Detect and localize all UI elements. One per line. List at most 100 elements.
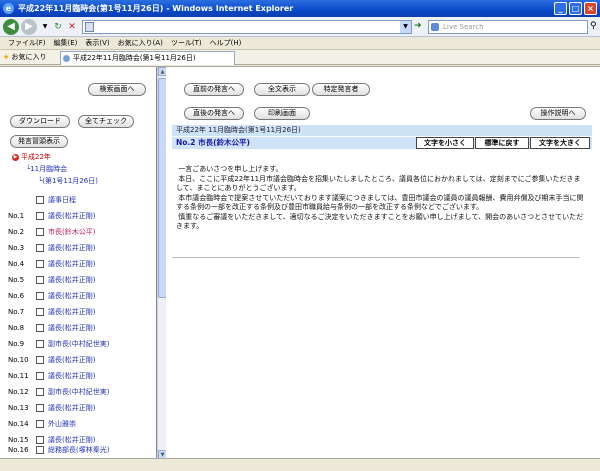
item-speaker-link[interactable]: 議長(松井正剛) (48, 291, 95, 301)
agenda-checkbox[interactable] (36, 196, 44, 204)
item-number: No.3 (8, 244, 25, 252)
browser-tab[interactable]: 平成22年11月臨時会(第1号11月26日) (60, 51, 235, 65)
item-speaker-link[interactable]: 議長(松井正剛) (48, 275, 95, 285)
list-item[interactable]: No.1 議長(松井正剛) (8, 209, 156, 225)
search-input[interactable]: Live Search (428, 20, 588, 34)
item-speaker-link[interactable]: 議長(松井正剛) (48, 403, 95, 413)
ie-logo-icon: e (3, 3, 14, 14)
item-speaker-link[interactable]: 議長(松井正剛) (48, 211, 95, 221)
font-normal-button[interactable]: 標準に戻す (475, 137, 529, 149)
speaker-header: No.2 市長(鈴木公平) 文字を小さく 標準に戻す 文字を大きく (172, 137, 592, 149)
item-speaker-link[interactable]: 議長(松井正剛) (48, 323, 95, 333)
speaker-opening-button[interactable]: 発言冒頭表示 (10, 135, 68, 148)
item-checkbox[interactable] (36, 228, 44, 236)
list-item[interactable]: No.9 副市長(中村紀世実) (8, 337, 156, 353)
item-checkbox[interactable] (36, 372, 44, 380)
item-speaker-link[interactable]: 議長(松井正剛) (48, 371, 95, 381)
item-number: No.1 (8, 212, 25, 220)
minimize-button[interactable]: _ (554, 2, 567, 15)
menu-tools[interactable]: ツール(T) (167, 37, 206, 49)
item-number: No.8 (8, 324, 25, 332)
list-item[interactable]: No.13 議長(松井正剛) (8, 401, 156, 417)
item-checkbox[interactable] (36, 244, 44, 252)
address-bar[interactable]: ▼ (82, 20, 412, 34)
list-item[interactable]: No.11 議長(松井正剛) (8, 369, 156, 385)
list-item[interactable]: No.3 議長(松井正剛) (8, 241, 156, 257)
item-checkbox[interactable] (36, 292, 44, 300)
item-checkbox[interactable] (36, 260, 44, 268)
list-item[interactable]: No.6 議長(松井正剛) (8, 289, 156, 305)
forward-button[interactable]: ▶ (21, 19, 37, 35)
item-number: No.9 (8, 340, 25, 348)
item-speaker-link[interactable]: 外山雅崇 (48, 419, 76, 429)
prev-speech-button[interactable]: 直前の発言へ (184, 83, 244, 96)
item-speaker-link[interactable]: 議長(松井正剛) (48, 355, 95, 365)
item-checkbox[interactable] (36, 212, 44, 220)
tree-year[interactable]: ▶ 平成22年 (12, 153, 51, 162)
item-checkbox[interactable] (36, 324, 44, 332)
refresh-icon[interactable]: ↻ (53, 22, 63, 32)
check-all-button[interactable]: 全てチェック (78, 115, 134, 128)
download-button[interactable]: ダウンロード (10, 115, 70, 128)
item-checkbox[interactable] (36, 276, 44, 284)
menu-bar: ファイル(F) 編集(E) 表示(V) お気に入り(A) ツール(T) ヘルプ(… (0, 37, 600, 50)
menu-help[interactable]: ヘルプ(H) (206, 37, 246, 49)
item-speaker-link[interactable]: 議長(松井正剛) (48, 307, 95, 317)
tab-page-icon (63, 55, 70, 62)
star-icon: ★ (3, 53, 10, 61)
session-header: 平成22年 11月臨時会(第1号11月26日) (172, 125, 592, 136)
item-speaker-link[interactable]: 総務部長(塚林秦光) (48, 445, 109, 455)
list-item[interactable]: No.4 議長(松井正剛) (8, 257, 156, 273)
item-speaker-link[interactable]: 議長(松井正剛) (48, 259, 95, 269)
back-button[interactable]: ◀ (3, 19, 19, 35)
agenda-label[interactable]: 議事日程 (48, 195, 76, 205)
item-speaker-link[interactable]: 副市長(中村紀世実) (48, 387, 109, 397)
print-screen-button[interactable]: 印刷画面 (254, 107, 310, 120)
font-larger-button[interactable]: 文字を大きく (530, 137, 590, 149)
help-button[interactable]: 操作説明へ (530, 107, 586, 120)
item-checkbox[interactable] (36, 420, 44, 428)
search-magnifier-icon[interactable]: ⚲ (590, 21, 597, 31)
list-item[interactable]: No.10 議長(松井正剛) (8, 353, 156, 369)
specific-speaker-button[interactable]: 特定発言者 (312, 83, 370, 96)
close-button[interactable]: × (584, 2, 597, 15)
next-speech-button[interactable]: 直後の発言へ (184, 107, 244, 120)
item-speaker-link[interactable]: 議長(松井正剛) (48, 243, 95, 253)
agenda-row[interactable]: 議事日程 (8, 193, 156, 209)
speech-text: 一言ごあいさつを申し上げます。 本日、ここに平成22年11月市議会臨時会を招集い… (176, 165, 584, 230)
list-item[interactable]: No.7 議長(松井正剛) (8, 305, 156, 321)
item-speaker-link[interactable]: 副市長(中村紀世実) (48, 339, 109, 349)
menu-favorites[interactable]: お気に入り(A) (114, 37, 167, 49)
item-checkbox[interactable] (36, 404, 44, 412)
address-dropdown-icon[interactable]: ▼ (400, 21, 411, 33)
menu-view[interactable]: 表示(V) (81, 37, 113, 49)
stop-icon[interactable]: ✕ (67, 22, 77, 32)
left-scrollbar[interactable]: ▲ ▼ (157, 67, 167, 459)
font-smaller-button[interactable]: 文字を小さく (416, 137, 474, 149)
item-number: No.11 (8, 372, 29, 380)
list-item[interactable]: No.8 議長(松井正剛) (8, 321, 156, 337)
item-number: No.6 (8, 292, 25, 300)
list-item[interactable]: No.12 副市長(中村紀世実) (8, 385, 156, 401)
search-screen-button[interactable]: 検索画面へ (88, 83, 146, 96)
item-checkbox[interactable] (36, 308, 44, 316)
list-item[interactable]: No.16 総務部長(塚林秦光) (8, 443, 156, 459)
window-title-bar: e 平成22年11月臨時会(第1号11月26日) - Windows Inter… (0, 0, 600, 17)
menu-file[interactable]: ファイル(F) (4, 37, 50, 49)
list-item[interactable]: No.14 外山雅崇 (8, 417, 156, 433)
go-arrow-icon[interactable]: ➜ (414, 21, 422, 31)
item-speaker-link[interactable]: 市長(鈴木公平) (48, 227, 95, 237)
tree-session[interactable]: └11月臨時会 (26, 165, 67, 174)
history-dropdown-icon[interactable]: ▼ (40, 22, 50, 32)
list-item[interactable]: No.5 議長(松井正剛) (8, 273, 156, 289)
maximize-button[interactable]: □ (569, 2, 582, 15)
tree-day[interactable]: └(第1号11月26日) (38, 177, 98, 186)
item-checkbox[interactable] (36, 446, 44, 454)
item-checkbox[interactable] (36, 388, 44, 396)
full-text-button[interactable]: 全文表示 (254, 83, 310, 96)
item-checkbox[interactable] (36, 340, 44, 348)
item-checkbox[interactable] (36, 356, 44, 364)
favorites-button[interactable]: ★ お気に入り (3, 52, 47, 63)
menu-edit[interactable]: 編集(E) (50, 37, 82, 49)
list-item[interactable]: No.2 市長(鈴木公平) (8, 225, 156, 241)
